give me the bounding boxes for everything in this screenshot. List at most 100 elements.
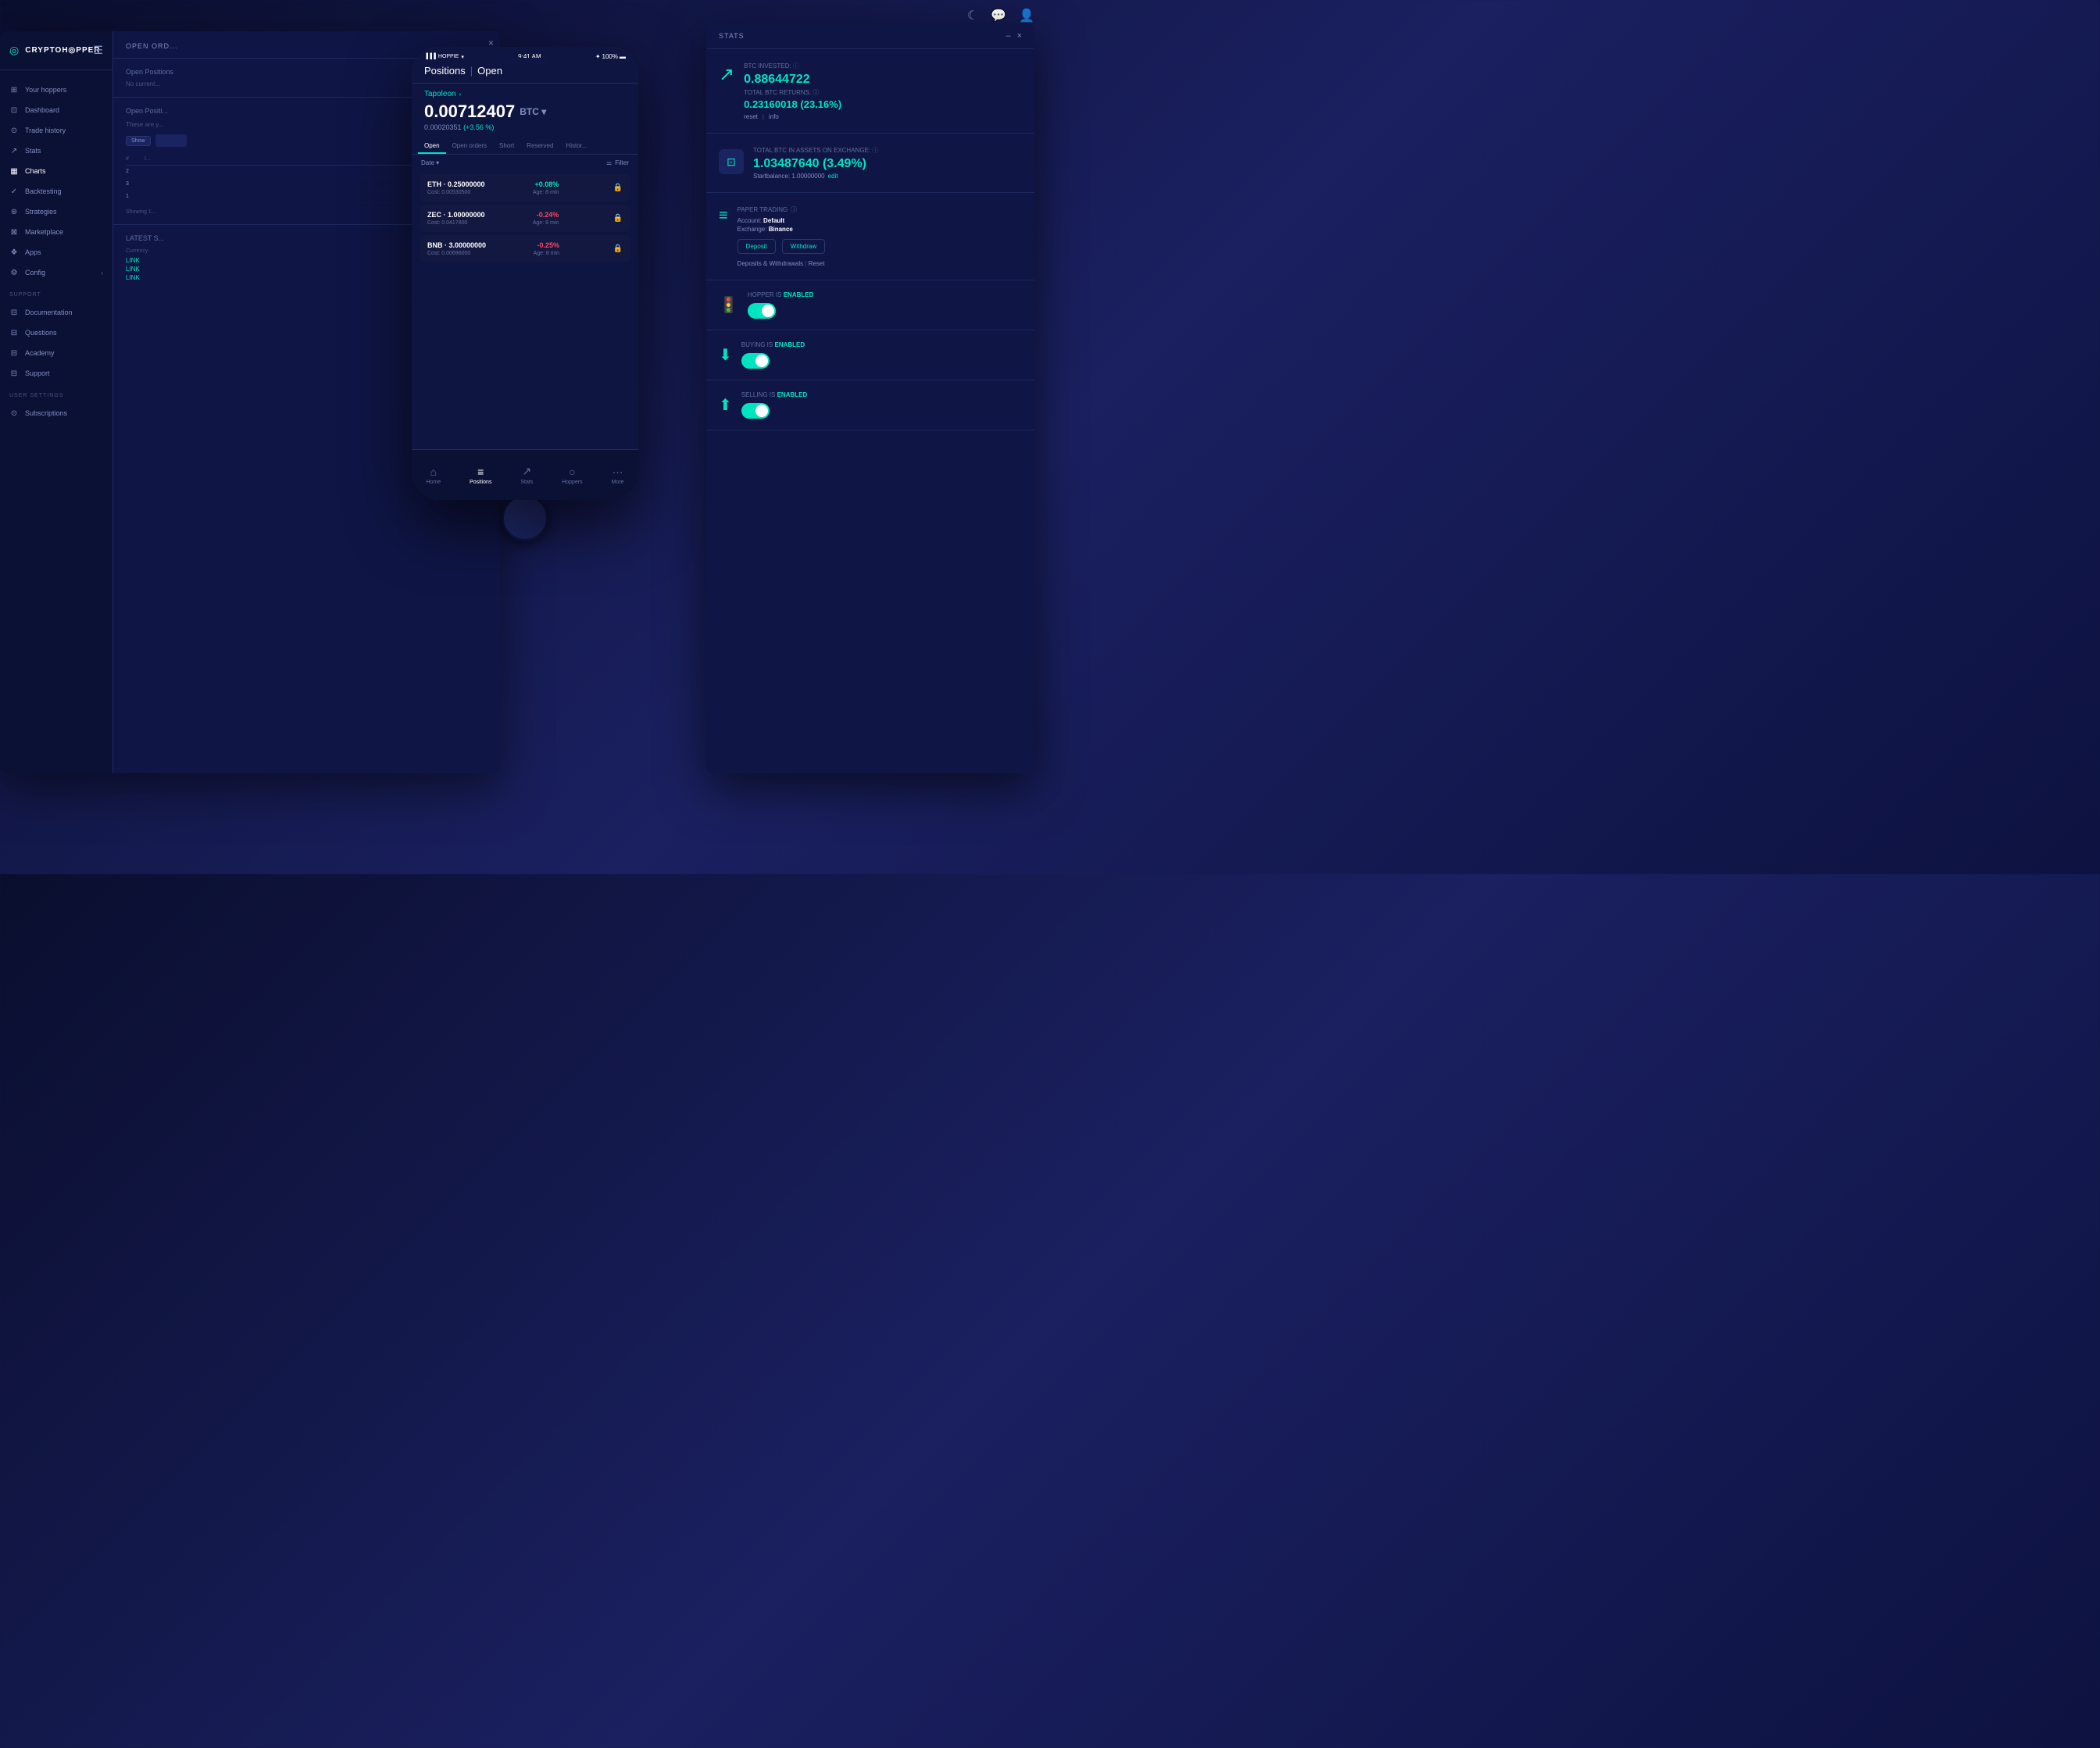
moon-icon[interactable]: ☾ bbox=[967, 8, 978, 23]
nav-home[interactable]: ⌂ Home bbox=[426, 466, 441, 485]
col-3 bbox=[231, 156, 315, 162]
position-eth[interactable]: ETH · 0.25000000 Cost: 0.00530500 +0.08%… bbox=[420, 174, 630, 202]
sidebar-item-your-hoppers[interactable]: ⊞ Your hoppers bbox=[0, 80, 112, 100]
sidebar-item-label: Subscriptions bbox=[25, 409, 67, 417]
stats-panel-title: STATS bbox=[719, 32, 745, 40]
sidebar-item-documentation[interactable]: ⊟ Documentation bbox=[0, 302, 112, 323]
hoppers-nav-icon: ○ bbox=[569, 466, 575, 478]
exchange-icon: ⊡ bbox=[719, 149, 744, 174]
deposit-button[interactable]: Deposit bbox=[738, 239, 776, 254]
positions-title: Positions bbox=[424, 65, 466, 77]
nav-more[interactable]: ··· More bbox=[612, 466, 624, 485]
deposits-withdrawals-link[interactable]: Deposits & Withdrawals bbox=[738, 260, 803, 267]
sidebar-item-apps[interactable]: ❖ Apps bbox=[0, 242, 112, 262]
info-link[interactable]: info bbox=[769, 113, 779, 120]
charts-icon: ▦ bbox=[9, 166, 19, 176]
sidebar-item-marketplace[interactable]: ⊠ Marketplace bbox=[0, 222, 112, 242]
sidebar-item-label: Your hoppers bbox=[25, 86, 66, 94]
btc-invested-label: BTC INVESTED: ⓘ bbox=[744, 62, 1022, 70]
stats-actions: reset | info bbox=[744, 113, 1022, 120]
user-settings-section-label: USER SETTINGS bbox=[0, 387, 112, 400]
pos-eth-right: +0.08% Age: 8 min bbox=[533, 180, 559, 195]
sidebar-item-questions[interactable]: ⊟ Questions bbox=[0, 323, 112, 343]
date-filter-button[interactable]: Date ▾ bbox=[421, 159, 439, 166]
sidebar-item-charts[interactable]: ▦ Charts bbox=[0, 161, 112, 181]
sidebar-item-trade-history[interactable]: ⊙ Trade history bbox=[0, 120, 112, 141]
hopper-name[interactable]: Tapoleon bbox=[424, 90, 456, 98]
pos-zec-right: -0.24% Age: 8 min bbox=[533, 211, 559, 226]
position-zec[interactable]: ZEC · 1.00000000 Cost: 0.0417800 -0.24% … bbox=[420, 205, 630, 232]
sidebar-item-label: Backtesting bbox=[25, 187, 62, 195]
phone-container: ▐▐▐ HOPPIE ▾ 9:41 AM ✦ 100% ▬ Positions … bbox=[412, 47, 638, 530]
sidebar-item-stats[interactable]: ↗ Stats bbox=[0, 141, 112, 161]
bnb-age: Age: 8 min bbox=[534, 251, 559, 256]
sidebar-item-support[interactable]: ⊟ Support bbox=[0, 363, 112, 383]
col-4 bbox=[318, 156, 402, 162]
divider: | bbox=[762, 113, 764, 120]
sidebar-item-label: Strategies bbox=[25, 208, 57, 216]
btc-returns-info-icon: ⓘ bbox=[812, 89, 819, 96]
reset-link2[interactable]: Reset bbox=[809, 260, 825, 267]
apps-icon: ❖ bbox=[9, 248, 19, 257]
buying-enabled-label: BUYING IS ENABLED bbox=[741, 341, 1022, 348]
btc-returns-label: TOTAL BTC RETURNS: ⓘ bbox=[744, 88, 1022, 97]
row-col3 bbox=[231, 181, 315, 187]
row-col4 bbox=[318, 181, 402, 187]
nav-hoppers[interactable]: ○ Hoppers bbox=[562, 466, 582, 485]
btc-returns-value: 0.23160018 (23.16%) bbox=[744, 98, 1022, 110]
close-button[interactable]: × bbox=[1017, 31, 1022, 41]
withdraw-button[interactable]: Withdraw bbox=[782, 239, 825, 254]
zec-coin: ZEC · 1.00000000 bbox=[427, 211, 485, 219]
nav-section-main: ⊞ Your hoppers ⊡ Dashboard ⊙ Trade histo… bbox=[0, 77, 112, 286]
reset-link[interactable]: reset bbox=[744, 113, 758, 120]
tab-short[interactable]: Short bbox=[493, 137, 520, 154]
sidebar-item-dashboard[interactable]: ⊡ Dashboard bbox=[0, 100, 112, 120]
col-num: # bbox=[126, 156, 141, 162]
filter-icon: ⚌ bbox=[606, 159, 612, 166]
hopper-toggle-content: HOPPER IS ENABLED bbox=[748, 291, 1022, 319]
phone-home-button[interactable] bbox=[502, 494, 548, 541]
btc-currency-selector[interactable]: BTC ▾ bbox=[520, 106, 546, 117]
sidebar-item-strategies[interactable]: ⊛ Strategies bbox=[0, 202, 112, 222]
chat-icon[interactable]: 💬 bbox=[991, 8, 1006, 23]
more-nav-label: More bbox=[612, 480, 624, 485]
battery-icon: ▬ bbox=[620, 53, 626, 60]
bnb-cost: Cost: 0.00696000 bbox=[427, 251, 486, 256]
row-col4 bbox=[318, 169, 402, 174]
sidebar: ◎ CRYPTOH◎PPER ☰ ⊞ Your hoppers ⊡ Dashbo… bbox=[0, 31, 113, 773]
buying-toggle-switch[interactable] bbox=[741, 353, 770, 369]
tab-history[interactable]: Histor... bbox=[559, 137, 593, 154]
edit-link[interactable]: edit bbox=[828, 173, 838, 180]
position-bnb[interactable]: BNB · 3.00000000 Cost: 0.00696000 -0.25%… bbox=[420, 235, 630, 262]
sidebar-item-label: Marketplace bbox=[25, 228, 63, 236]
show-button[interactable]: Show bbox=[126, 136, 151, 146]
tab-reserved[interactable]: Reserved bbox=[520, 137, 559, 154]
trade-history-icon: ⊙ bbox=[9, 126, 19, 135]
buy-icon: ⬇ bbox=[719, 345, 732, 365]
filter-button[interactable]: ⚌ Filter bbox=[606, 159, 629, 166]
sidebar-item-backtesting[interactable]: ✓ Backtesting bbox=[0, 181, 112, 202]
minimize-button[interactable]: – bbox=[1005, 31, 1010, 41]
phone-header: Positions | Open bbox=[412, 62, 638, 84]
hopper-toggle-switch[interactable] bbox=[748, 303, 776, 319]
user-icon[interactable]: 👤 bbox=[1019, 8, 1034, 23]
tab-open-orders[interactable]: Open orders bbox=[446, 137, 493, 154]
nav-positions[interactable]: ≡ Positions bbox=[470, 466, 491, 485]
marketplace-icon: ⊠ bbox=[9, 227, 19, 237]
selling-toggle-switch[interactable] bbox=[741, 403, 770, 419]
documentation-icon: ⊟ bbox=[9, 308, 19, 317]
sidebar-item-subscriptions[interactable]: ⊙ Subscriptions bbox=[0, 403, 112, 423]
sidebar-item-academy[interactable]: ⊟ Academy bbox=[0, 343, 112, 363]
pos-bnb-right: -0.25% Age: 8 min bbox=[534, 241, 559, 256]
nav-stats[interactable]: ↗ Stats bbox=[520, 465, 533, 485]
sidebar-item-label: Stats bbox=[25, 147, 41, 155]
chevron-icon: › bbox=[459, 91, 462, 98]
tab-open[interactable]: Open bbox=[418, 137, 446, 154]
sidebar-item-config[interactable]: ⚙ Config › bbox=[0, 262, 112, 283]
eth-coin: ETH · 0.25000000 bbox=[427, 180, 485, 188]
bnb-lock-icon: 🔒 bbox=[613, 244, 623, 253]
eth-change: +0.08% bbox=[535, 180, 559, 188]
hamburger-icon[interactable]: ☰ bbox=[93, 44, 103, 57]
dashboard-icon: ⊡ bbox=[9, 105, 19, 115]
home-nav-label: Home bbox=[426, 480, 441, 485]
